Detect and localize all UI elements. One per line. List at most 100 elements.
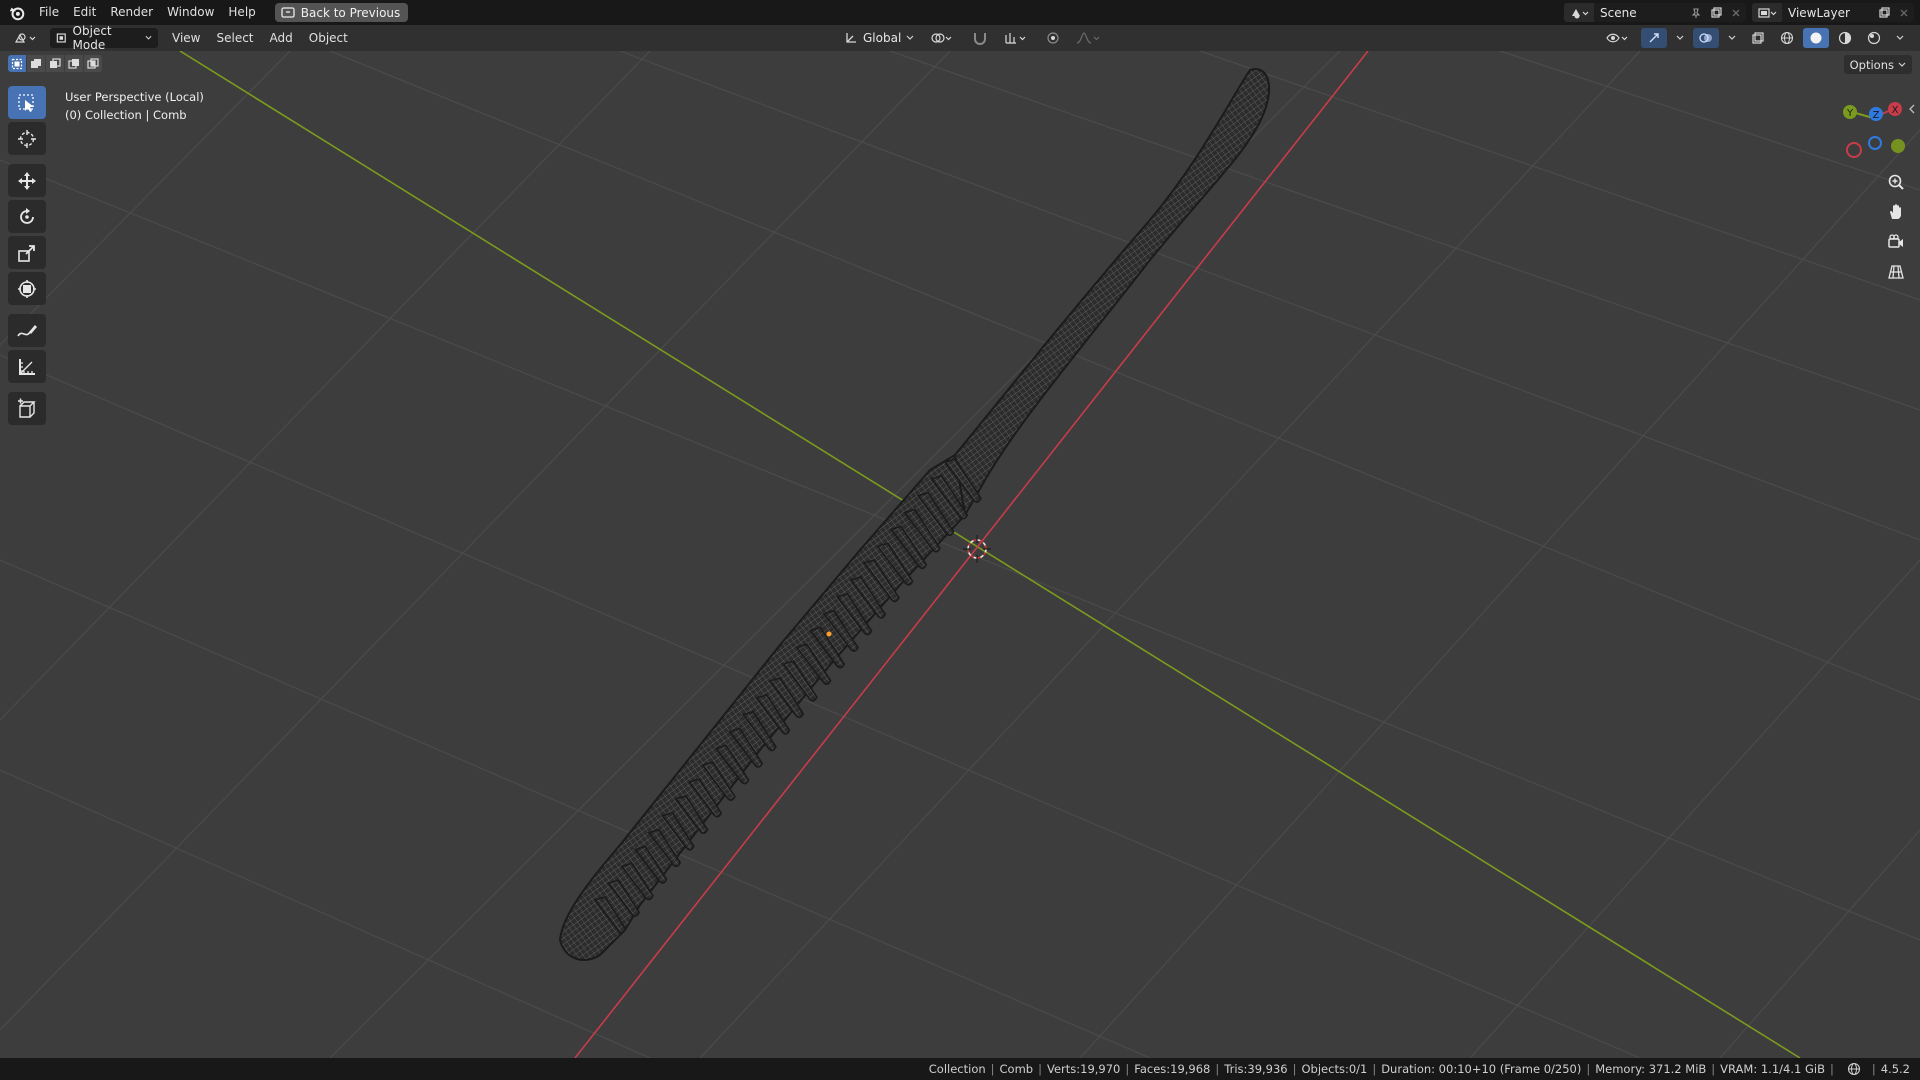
mode-dropdown[interactable]: Object Mode [50,24,158,52]
select-invert-button[interactable] [65,55,83,72]
comb-mesh[interactable] [558,68,1270,961]
back-to-previous-button[interactable]: Back to Previous [274,3,409,22]
select-new-button[interactable] [8,55,26,72]
xray-toggle[interactable] [1745,28,1771,48]
select-subtract-button[interactable] [46,55,64,72]
3d-viewport[interactable]: X Y Z [0,51,1920,1058]
material-sphere-icon [1838,31,1852,45]
select-intersect-icon [87,57,99,69]
menu-edit[interactable]: Edit [66,0,103,25]
shading-rendered-button[interactable] [1861,28,1887,48]
eye-icon [1606,33,1628,43]
tool-annotate[interactable] [8,314,46,347]
view-layer-browse-icon[interactable] [1752,3,1782,22]
snap-toggle[interactable] [966,28,994,48]
screen-icon [281,6,295,18]
chevron-down-icon [1898,62,1906,67]
view-layer-selector[interactable]: ViewLayer [1752,3,1914,22]
editor-type-button[interactable] [8,28,46,48]
pivot-point-dropdown[interactable] [924,28,962,48]
orientation-axes-icon [846,33,856,43]
viewport-scene[interactable] [0,51,1920,1058]
options-label: Options [1849,57,1894,72]
menu-add[interactable]: Add [262,31,301,45]
select-box-icon [18,93,34,112]
new-scene-icon[interactable] [1706,3,1726,22]
tool-add-cube[interactable] [8,392,46,425]
tool-measure[interactable] [8,350,46,383]
remove-view-layer-icon[interactable] [1894,3,1914,22]
options-dropdown[interactable]: Options [1843,55,1912,74]
pivot-icon [931,33,952,43]
tool-cursor[interactable] [8,122,46,155]
back-to-previous-label: Back to Previous [300,5,401,20]
view-layer-name[interactable]: ViewLayer [1782,6,1874,20]
camera-view-icon[interactable] [1882,228,1910,256]
shading-wireframe-button[interactable] [1774,28,1800,48]
status-vram: VRAM: 1.1/4.1 GiB [1720,1062,1825,1076]
menu-view[interactable]: View [164,31,208,45]
shading-material-button[interactable] [1832,28,1858,48]
overlays-toggle[interactable] [1693,28,1719,48]
status-collection: Collection [928,1062,986,1076]
chevron-down-icon [1896,35,1904,40]
transform-controls: Global [838,25,1108,51]
tool-rotate[interactable] [8,200,46,233]
chevron-down-icon [145,35,152,40]
tool-scale[interactable] [8,236,46,269]
gizmo-dropdown[interactable] [1670,28,1690,48]
tool-transform[interactable] [8,272,46,305]
menu-render[interactable]: Render [103,0,160,25]
zoom-icon[interactable] [1882,168,1910,196]
falloff-curve-icon [1077,32,1100,44]
snap-target-dropdown[interactable] [998,28,1036,48]
menu-help[interactable]: Help [221,0,262,25]
pan-hand-icon[interactable] [1882,198,1910,226]
status-bar: Collection | Comb | Verts:19,970 | Faces:19… [0,1058,1920,1080]
overlays-dropdown[interactable] [1722,28,1742,48]
transform-orientation-dropdown[interactable]: Global [838,28,920,48]
select-invert-icon [68,58,79,69]
viewport-header: Object Mode View Select Add Object Globa… [0,24,1920,52]
menu-object[interactable]: Object [301,31,356,45]
tool-move[interactable] [8,164,46,197]
select-intersect-button[interactable] [84,55,102,72]
status-objects: Objects:0/1 [1301,1062,1368,1076]
shading-solid-button[interactable] [1803,28,1829,48]
floor-grid [0,51,1920,1058]
gizmo-z-negative[interactable] [1868,136,1882,150]
shading-dropdown[interactable] [1890,28,1910,48]
chevron-down-icon [906,35,914,40]
proportional-edit-icon [1047,32,1059,44]
perspective-toggle-grid-icon[interactable] [1882,258,1910,286]
pin-icon[interactable] [1686,3,1706,22]
transform-icon [18,279,36,298]
x-axis-line [574,51,1369,1058]
blender-logo-icon[interactable] [8,4,26,22]
menu-window[interactable]: Window [160,0,221,25]
visibility-dropdown[interactable] [1600,28,1638,48]
select-extend-icon [31,58,41,68]
tool-select-box[interactable] [8,86,46,119]
scene-selector[interactable]: Scene [1564,3,1746,22]
new-view-layer-icon[interactable] [1874,3,1894,22]
remove-scene-icon[interactable] [1726,3,1746,22]
status-verts: Verts:19,970 [1046,1062,1121,1076]
rotate-icon [20,207,34,224]
menu-file[interactable]: File [32,0,66,25]
gizmo-x-negative[interactable] [1846,142,1862,158]
rendered-sphere-icon [1867,31,1881,45]
status-memory: Memory: 371.2 MiB [1595,1062,1707,1076]
scene-browse-icon[interactable] [1564,3,1594,22]
sidebar-toggle-arrow[interactable] [1908,103,1918,117]
gizmo-toggle[interactable] [1641,28,1667,48]
scene-name[interactable]: Scene [1594,6,1686,20]
navigation-gizmo[interactable]: X Y Z [1838,96,1908,166]
menu-select[interactable]: Select [208,31,261,45]
proportional-editing-toggle[interactable] [1040,28,1066,48]
gizmo-z-label: Z [1873,110,1880,121]
gizmo-y-negative[interactable] [1891,139,1905,153]
proportional-falloff-dropdown[interactable] [1070,28,1108,48]
select-extend-button[interactable] [27,55,45,72]
network-globe-icon[interactable] [1847,1062,1861,1076]
